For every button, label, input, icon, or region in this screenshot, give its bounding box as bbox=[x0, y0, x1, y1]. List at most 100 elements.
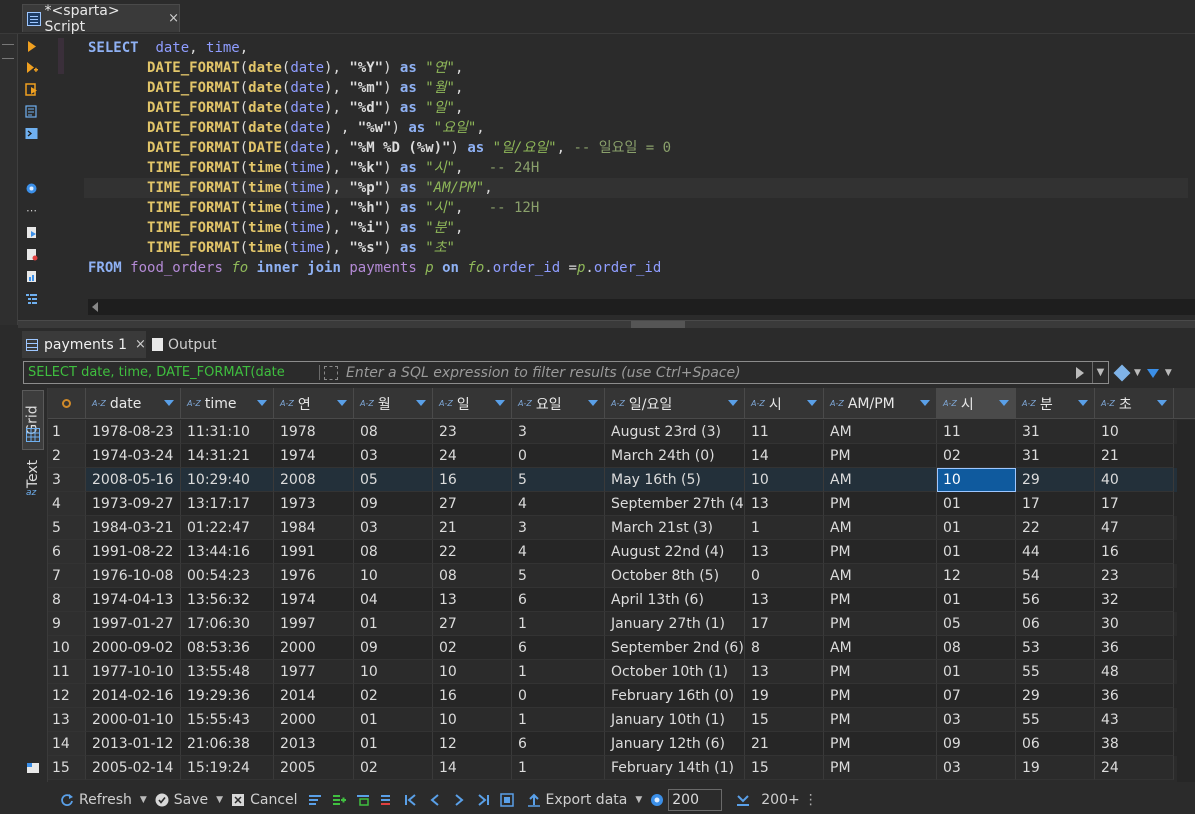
table-cell[interactable]: 14:31:21 bbox=[181, 444, 274, 468]
column-header[interactable]: A-Z 분 bbox=[1016, 388, 1095, 419]
table-cell[interactable]: 44 bbox=[1016, 540, 1095, 564]
code-line[interactable]: TIME_FORMAT(time(time), "%h") as "시", --… bbox=[88, 198, 1188, 218]
table-cell[interactable]: 55 bbox=[1016, 708, 1095, 732]
table-cell[interactable]: 08 bbox=[937, 636, 1016, 660]
row-number[interactable]: 7 bbox=[48, 564, 86, 588]
row-number[interactable]: 1 bbox=[48, 420, 86, 444]
table-cell[interactable]: March 24th (0) bbox=[605, 444, 745, 468]
table-cell[interactable]: 32 bbox=[1095, 588, 1174, 612]
sort-icon[interactable] bbox=[588, 400, 598, 406]
table-cell[interactable]: 13 bbox=[433, 588, 512, 612]
table-cell[interactable]: 2005 bbox=[274, 756, 354, 780]
table-cell[interactable]: 10 bbox=[433, 660, 512, 684]
execute-script-icon[interactable] bbox=[25, 83, 38, 96]
statistics-icon[interactable] bbox=[25, 270, 38, 283]
table-cell[interactable]: 1973-09-27 bbox=[86, 492, 181, 516]
table-cell[interactable]: 22 bbox=[1016, 516, 1095, 540]
table-cell[interactable]: PM bbox=[824, 588, 937, 612]
table-cell[interactable]: 08 bbox=[354, 420, 433, 444]
filter-history-sql[interactable]: SELECT date, time, DATE_FORMAT(date bbox=[24, 365, 320, 380]
code-line[interactable]: TIME_FORMAT(time(time), "%k") as "시", --… bbox=[88, 158, 1188, 178]
table-cell[interactable]: 15 bbox=[745, 708, 824, 732]
table-cell[interactable]: PM bbox=[824, 612, 937, 636]
previous-page-icon[interactable] bbox=[428, 793, 442, 807]
table-cell[interactable]: 21 bbox=[1095, 444, 1174, 468]
table-cell[interactable]: 08 bbox=[354, 540, 433, 564]
table-cell[interactable]: PM bbox=[824, 708, 937, 732]
copy-row-icon[interactable] bbox=[356, 793, 370, 807]
table-cell[interactable]: 24 bbox=[1095, 756, 1174, 780]
table-row[interactable]: 2 1974-03-24 14:31:21 1974 03 24 0 March 24th (… bbox=[48, 444, 1195, 468]
table-cell[interactable]: 13:56:32 bbox=[181, 588, 274, 612]
table-cell[interactable]: 14 bbox=[433, 756, 512, 780]
table-cell[interactable]: 4 bbox=[512, 540, 605, 564]
column-header[interactable]: A-Z 초 bbox=[1095, 388, 1174, 419]
code-line[interactable]: TIME_FORMAT(time(time), "%s") as "초" bbox=[88, 238, 1188, 258]
table-cell[interactable]: 09 bbox=[354, 492, 433, 516]
refresh-button[interactable]: Refresh bbox=[60, 785, 132, 814]
table-cell[interactable]: 1997-01-27 bbox=[86, 612, 181, 636]
column-header[interactable]: A-Z 일 bbox=[433, 388, 512, 419]
table-cell[interactable]: 16 bbox=[1095, 540, 1174, 564]
table-cell[interactable]: 27 bbox=[433, 492, 512, 516]
table-cell[interactable]: 30 bbox=[1095, 612, 1174, 636]
table-cell[interactable]: 1974 bbox=[274, 444, 354, 468]
code-line[interactable]: TIME_FORMAT(time(time), "%p") as "AM/PM"… bbox=[84, 178, 1188, 198]
table-cell[interactable]: 21:06:38 bbox=[181, 732, 274, 756]
table-cell[interactable]: AM bbox=[824, 468, 937, 492]
table-cell[interactable]: 55 bbox=[1016, 660, 1095, 684]
row-number[interactable]: 10 bbox=[48, 636, 86, 660]
table-cell[interactable]: 43 bbox=[1095, 708, 1174, 732]
table-cell[interactable]: AM bbox=[824, 516, 937, 540]
add-row-icon[interactable] bbox=[332, 793, 346, 807]
table-cell[interactable]: 01:22:47 bbox=[181, 516, 274, 540]
sort-icon[interactable] bbox=[257, 400, 267, 406]
table-cell[interactable]: 19 bbox=[745, 684, 824, 708]
table-cell[interactable]: 2000 bbox=[274, 636, 354, 660]
table-cell[interactable]: September 2nd (6) bbox=[605, 636, 745, 660]
table-row[interactable]: 8 1974-04-13 13:56:32 1974 04 13 6 April 13th (… bbox=[48, 588, 1195, 612]
table-cell[interactable]: PM bbox=[824, 732, 937, 756]
table-cell[interactable]: 1978 bbox=[274, 420, 354, 444]
panel-splitter[interactable] bbox=[18, 320, 1195, 328]
table-cell[interactable]: 1976-10-08 bbox=[86, 564, 181, 588]
table-cell[interactable]: 12 bbox=[433, 732, 512, 756]
table-cell[interactable]: 1976 bbox=[274, 564, 354, 588]
table-cell[interactable]: 12 bbox=[937, 564, 1016, 588]
row-number[interactable]: 12 bbox=[48, 684, 86, 708]
sort-icon[interactable] bbox=[495, 400, 505, 406]
table-cell[interactable]: 36 bbox=[1095, 684, 1174, 708]
table-cell[interactable]: 13 bbox=[745, 588, 824, 612]
record-icon[interactable] bbox=[26, 760, 40, 774]
table-cell[interactable]: 01 bbox=[937, 588, 1016, 612]
table-cell[interactable]: 2014-02-16 bbox=[86, 684, 181, 708]
fetch-size-input[interactable] bbox=[668, 788, 723, 811]
table-row[interactable]: 7 1976-10-08 00:54:23 1976 10 08 5 October 8th … bbox=[48, 564, 1195, 588]
table-cell[interactable]: 21 bbox=[433, 516, 512, 540]
table-cell[interactable]: 11 bbox=[745, 420, 824, 444]
more-icon[interactable]: ⋮ bbox=[804, 792, 818, 808]
grid-vertical-scrollbar[interactable] bbox=[1177, 420, 1195, 782]
row-number[interactable]: 14 bbox=[48, 732, 86, 756]
chevron-down-icon[interactable]: ▼ bbox=[1092, 362, 1108, 383]
table-cell[interactable]: 36 bbox=[1095, 636, 1174, 660]
table-cell[interactable]: 4 bbox=[512, 492, 605, 516]
table-cell[interactable]: 0 bbox=[745, 564, 824, 588]
table-cell[interactable]: 17 bbox=[745, 612, 824, 636]
table-cell[interactable]: 02 bbox=[433, 636, 512, 660]
table-cell[interactable]: 03 bbox=[354, 516, 433, 540]
close-icon[interactable]: × bbox=[168, 11, 179, 26]
column-header[interactable]: A-Z AM/PM bbox=[824, 388, 937, 419]
table-cell[interactable]: 2008 bbox=[274, 468, 354, 492]
funnel-icon[interactable] bbox=[1146, 368, 1159, 378]
delete-row-icon[interactable] bbox=[380, 793, 394, 807]
table-cell[interactable]: May 16th (5) bbox=[605, 468, 745, 492]
table-cell[interactable]: August 23rd (3) bbox=[605, 420, 745, 444]
table-cell[interactable]: 03 bbox=[354, 444, 433, 468]
table-cell[interactable]: PM bbox=[824, 660, 937, 684]
table-cell[interactable]: 09 bbox=[937, 732, 1016, 756]
table-cell[interactable]: 1974 bbox=[274, 588, 354, 612]
last-page-icon[interactable] bbox=[476, 793, 490, 807]
table-cell[interactable]: 15 bbox=[745, 756, 824, 780]
table-cell[interactable]: 01 bbox=[354, 708, 433, 732]
